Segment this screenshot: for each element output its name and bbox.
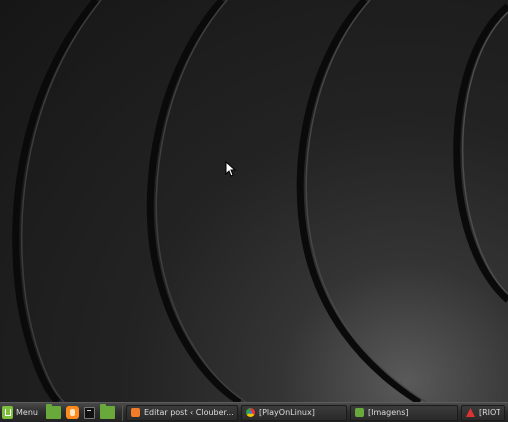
task-button-playonlinux[interactable]: [PlayOnLinux] (240, 404, 347, 421)
task-button-editar-post[interactable]: Editar post ‹ Clouber... (125, 404, 238, 421)
mouse-cursor-icon (225, 161, 237, 177)
taskbar-separator (121, 404, 123, 421)
task-button-riot[interactable]: [RIOT (460, 404, 505, 421)
chrome-icon (245, 408, 255, 417)
wallpaper (12, 0, 508, 402)
task-label: [PlayOnLinux] (258, 408, 315, 417)
folder-icon (354, 408, 364, 417)
menu-button[interactable]: Menu (0, 404, 42, 422)
riot-icon (465, 408, 475, 417)
taskbar: Menu Editar post ‹ Clouber... [PlayOnLin… (0, 402, 508, 422)
firefox-icon[interactable] (65, 406, 79, 419)
menu-label: Menu (16, 408, 38, 417)
mint-logo-icon (2, 406, 13, 419)
task-label: Editar post ‹ Clouber... (143, 408, 233, 417)
desktop[interactable] (0, 0, 508, 402)
terminal-icon[interactable] (83, 406, 95, 419)
task-button-imagens[interactable]: [Imagens] (349, 404, 458, 421)
task-label: [Imagens] (367, 408, 409, 417)
quick-launch (42, 404, 119, 419)
folder-icon[interactable] (99, 404, 115, 419)
blogger-icon (130, 408, 140, 417)
task-label: [RIOT (478, 408, 500, 417)
folder-icon[interactable] (45, 404, 61, 419)
